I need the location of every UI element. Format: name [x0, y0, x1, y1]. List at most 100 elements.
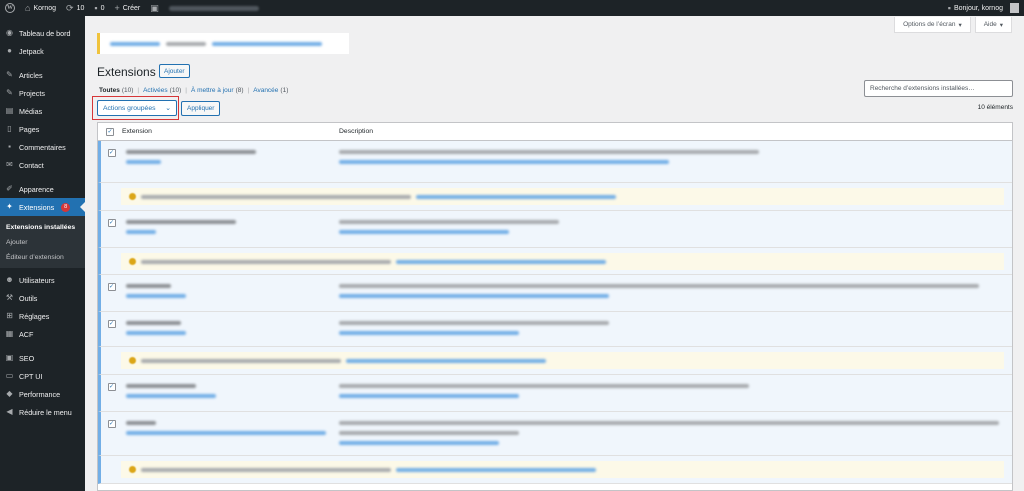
sidebar-item-pages[interactable]: ▯ Pages — [0, 120, 85, 138]
update-count-badge: 8 — [61, 202, 71, 212]
table-header: ✓ Extension Description — [98, 123, 1012, 141]
help-label: Aide — [983, 21, 997, 28]
comments-link[interactable]: ▪ 0 — [89, 0, 109, 16]
sidebar-item-label: Projects — [19, 88, 45, 98]
sidebar-item-performance[interactable]: ◆ Performance — [0, 385, 85, 403]
page-title: Extensions — [97, 65, 156, 79]
sidebar-item-comments[interactable]: ▪ Commentaires — [0, 138, 85, 156]
sidebar-item-label: Contact — [19, 160, 44, 170]
plugin-action-links[interactable] — [126, 394, 216, 398]
sidebar-item-dashboard[interactable]: ◉ Tableau de bord — [0, 24, 85, 42]
sidebar-item-tools[interactable]: ⚒ Outils — [0, 289, 85, 307]
filter-all[interactable]: Toutes — [99, 87, 120, 94]
apply-button[interactable]: Appliquer — [181, 101, 221, 116]
row-checkbox[interactable]: ✓ — [107, 420, 116, 428]
sidebar-item-acf[interactable]: ▦ ACF — [0, 325, 85, 343]
sidebar-item-extensions[interactable]: ✦ Extensions 8 — [0, 198, 85, 216]
plugins-table: ✓ Extension Description ✓ ✓ ✓ ✓ ✓ ✓ — [97, 122, 1013, 491]
dashboard-icon: ◉ — [6, 28, 13, 37]
plugin-update-notice — [98, 248, 1012, 275]
column-header-description: Description — [339, 128, 373, 135]
filter-updates[interactable]: À mettre à jour — [191, 87, 234, 94]
sidebar-item-label: Extensions — [19, 202, 55, 212]
pin-icon: ✎ — [6, 70, 13, 79]
row-checkbox[interactable]: ✓ — [107, 219, 116, 227]
plugin-meta[interactable] — [339, 331, 519, 335]
plugin-search-input[interactable]: Recherche d’extensions installées… — [864, 80, 1013, 97]
plugin-meta[interactable] — [339, 230, 509, 234]
submenu-plugin-editor[interactable]: Éditeur d’extension — [0, 250, 85, 265]
select-all-checkbox[interactable]: ✓ — [106, 127, 114, 136]
warning-icon — [129, 357, 136, 364]
submenu-installed-plugins[interactable]: Extensions installées — [0, 220, 85, 235]
sidebar-item-articles[interactable]: ✎ Articles — [0, 66, 85, 84]
plugin-action-links[interactable] — [126, 160, 161, 164]
blurred-toolbar-item[interactable] — [164, 0, 264, 16]
plugin-action-links[interactable] — [126, 230, 156, 234]
blurred-link[interactable] — [212, 41, 322, 46]
filter-advanced[interactable]: Avancée — [253, 87, 278, 94]
sidebar-item-seo[interactable]: ▣ SEO — [0, 349, 85, 367]
collapse-menu-button[interactable]: ◀ Réduire le menu — [0, 403, 85, 421]
table-row: ✓ — [98, 141, 1012, 183]
blurred-link[interactable] — [110, 41, 160, 46]
sidebar-item-settings[interactable]: ⊞ Réglages — [0, 307, 85, 325]
plugin-meta[interactable] — [339, 441, 499, 445]
plugin-action-links[interactable] — [126, 431, 326, 435]
yoast-icon: ▣ — [150, 2, 159, 13]
row-checkbox[interactable]: ✓ — [107, 383, 116, 391]
blurred-text — [141, 467, 391, 472]
warning-icon — [129, 193, 136, 200]
yoast-seo-link[interactable]: ▣ — [145, 0, 164, 16]
row-checkbox[interactable]: ✓ — [107, 320, 116, 328]
comments-icon: ▪ — [8, 142, 11, 151]
update-now-link[interactable] — [346, 358, 546, 363]
updates-link[interactable]: ⟳ 10 — [61, 0, 89, 16]
plugin-name — [126, 321, 181, 325]
sidebar-item-cpt-ui[interactable]: ▭ CPT UI — [0, 367, 85, 385]
update-now-link[interactable] — [396, 467, 596, 472]
row-checkbox[interactable]: ✓ — [107, 149, 116, 157]
jetpack-icon: ● — [7, 46, 12, 55]
sidebar-item-label: SEO — [19, 353, 35, 363]
filter-updates-count: (8) — [235, 87, 244, 94]
sidebar-item-medias[interactable]: ▤ Médias — [0, 102, 85, 120]
help-button[interactable]: Aide ▾ — [974, 17, 1012, 33]
plugin-action-links[interactable] — [126, 331, 186, 335]
plugin-description — [339, 431, 519, 435]
greeting-label: Bonjour, kornog — [953, 4, 1003, 12]
my-account-link[interactable]: ▪ Bonjour, kornog — [943, 0, 1024, 16]
blurred-text — [141, 358, 341, 363]
update-now-link[interactable] — [396, 259, 606, 264]
site-name-link[interactable]: ⌂ Kornog — [20, 0, 61, 16]
sidebar-item-contact[interactable]: ✉ Contact — [0, 156, 85, 174]
sidebar-item-jetpack[interactable]: ● Jetpack — [0, 42, 85, 60]
plugin-action-links[interactable] — [126, 294, 186, 298]
row-checkbox[interactable]: ✓ — [107, 283, 116, 291]
avatar — [1010, 3, 1019, 13]
sidebar-item-label: Outils — [19, 293, 38, 303]
wordpress-logo-button[interactable]: W — [0, 0, 20, 16]
sidebar-item-users[interactable]: ☻ Utilisateurs — [0, 271, 85, 289]
plugin-update-notice — [98, 347, 1012, 375]
admin-sidebar: ◉ Tableau de bord ● Jetpack ✎ Articles ✎… — [0, 16, 85, 491]
refresh-icon: ⟳ — [66, 2, 74, 13]
plugin-name — [126, 150, 256, 154]
bulk-actions-select[interactable]: Actions groupées ⌄ — [97, 100, 177, 116]
column-header-extension[interactable]: Extension — [122, 128, 339, 135]
sidebar-item-appearance[interactable]: ✐ Apparence — [0, 180, 85, 198]
user-notice-icon: ▪ — [947, 2, 951, 13]
filter-active[interactable]: Activées — [143, 87, 168, 94]
sidebar-item-projects[interactable]: ✎ Projects — [0, 84, 85, 102]
update-now-link[interactable] — [416, 194, 616, 199]
tools-icon: ⚒ — [5, 293, 14, 302]
submenu-add-plugin[interactable]: Ajouter — [0, 235, 85, 250]
screen-options-button[interactable]: Options de l’écran ▾ — [894, 17, 971, 33]
plugin-meta[interactable] — [339, 394, 519, 398]
add-plugin-button[interactable]: Ajouter — [159, 64, 190, 78]
site-name-label: Kornog — [33, 4, 57, 12]
plugin-meta[interactable] — [339, 294, 609, 298]
new-content-link[interactable]: + Créer — [109, 0, 145, 16]
plugin-meta[interactable] — [339, 160, 669, 164]
caret-down-icon: ▾ — [958, 21, 962, 29]
